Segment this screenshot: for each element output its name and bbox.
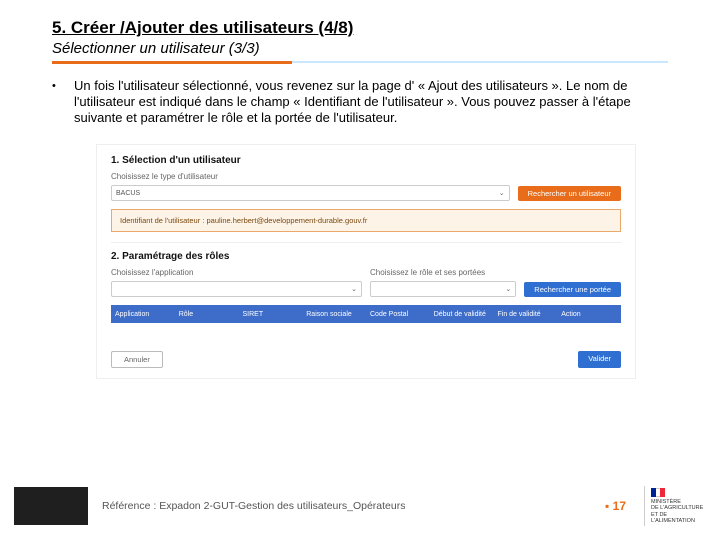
th-raison: Raison sociale (302, 311, 366, 318)
th-application: Application (111, 311, 175, 318)
slide-footer: Référence : Expadon 2-GUT-Gestion des ut… (0, 484, 720, 528)
slide-title: 5. Créer /Ajouter des utilisateurs (4/8) (52, 18, 668, 38)
body-paragraph: Un fois l'utilisateur sélectionné, vous … (74, 78, 668, 126)
validate-button[interactable]: Valider (578, 351, 621, 368)
th-fin: Fin de validité (494, 311, 558, 318)
chevron-down-icon: ⌄ (351, 285, 357, 293)
th-codepostal: Code Postal (366, 311, 430, 318)
chevron-down-icon: ⌄ (499, 189, 505, 197)
footer-reference: Référence : Expadon 2-GUT-Gestion des ut… (102, 500, 605, 512)
search-user-button[interactable]: Rechercher un utilisateur (518, 186, 621, 201)
section2-title: 2. Paramétrage des rôles (111, 251, 621, 262)
user-type-select[interactable]: BACUS ⌄ (111, 185, 510, 201)
bullet-icon: • (52, 78, 60, 126)
th-action: Action (557, 311, 621, 318)
bullet-item: • Un fois l'utilisateur sélectionné, vou… (52, 78, 668, 126)
section1-subtitle: Choisissez le type d'utilisateur (111, 172, 621, 181)
th-debut: Début de validité (430, 311, 494, 318)
section-divider (111, 242, 621, 243)
chevron-down-icon: ⌄ (505, 285, 511, 293)
cancel-button[interactable]: Annuler (111, 351, 163, 368)
role-select[interactable]: ⌄ (370, 281, 516, 297)
embedded-screenshot: 1. Sélection d'un utilisateur Choisissez… (96, 144, 636, 379)
select-value: BACUS (116, 190, 140, 197)
th-siret: SIRET (239, 311, 303, 318)
page-number: ▪ 17 (605, 499, 626, 513)
identifier-box: Identifiant de l'utilisateur : pauline.h… (111, 209, 621, 232)
franceagrimer-logo (14, 487, 88, 525)
section2-sub-left: Choisissez l'application (111, 268, 362, 277)
divider-accent (52, 61, 292, 64)
section2-sub-right: Choisissez le rôle et ses portées (370, 268, 621, 277)
slide-subtitle: Sélectionner un utilisateur (3/3) (52, 40, 668, 57)
french-flag-icon (651, 488, 665, 497)
section1-title: 1. Sélection d'un utilisateur (111, 155, 621, 166)
ministry-line3: ET DE L'ALIMENTATION (651, 512, 706, 524)
th-role: Rôle (175, 311, 239, 318)
application-select[interactable]: ⌄ (111, 281, 362, 297)
ministry-logo: MINISTÈRE DE L'AGRICULTURE ET DE L'ALIME… (644, 486, 706, 526)
roles-table-header: Application Rôle SIRET Raison sociale Co… (111, 305, 621, 323)
search-scope-button[interactable]: Rechercher une portée (524, 282, 621, 297)
